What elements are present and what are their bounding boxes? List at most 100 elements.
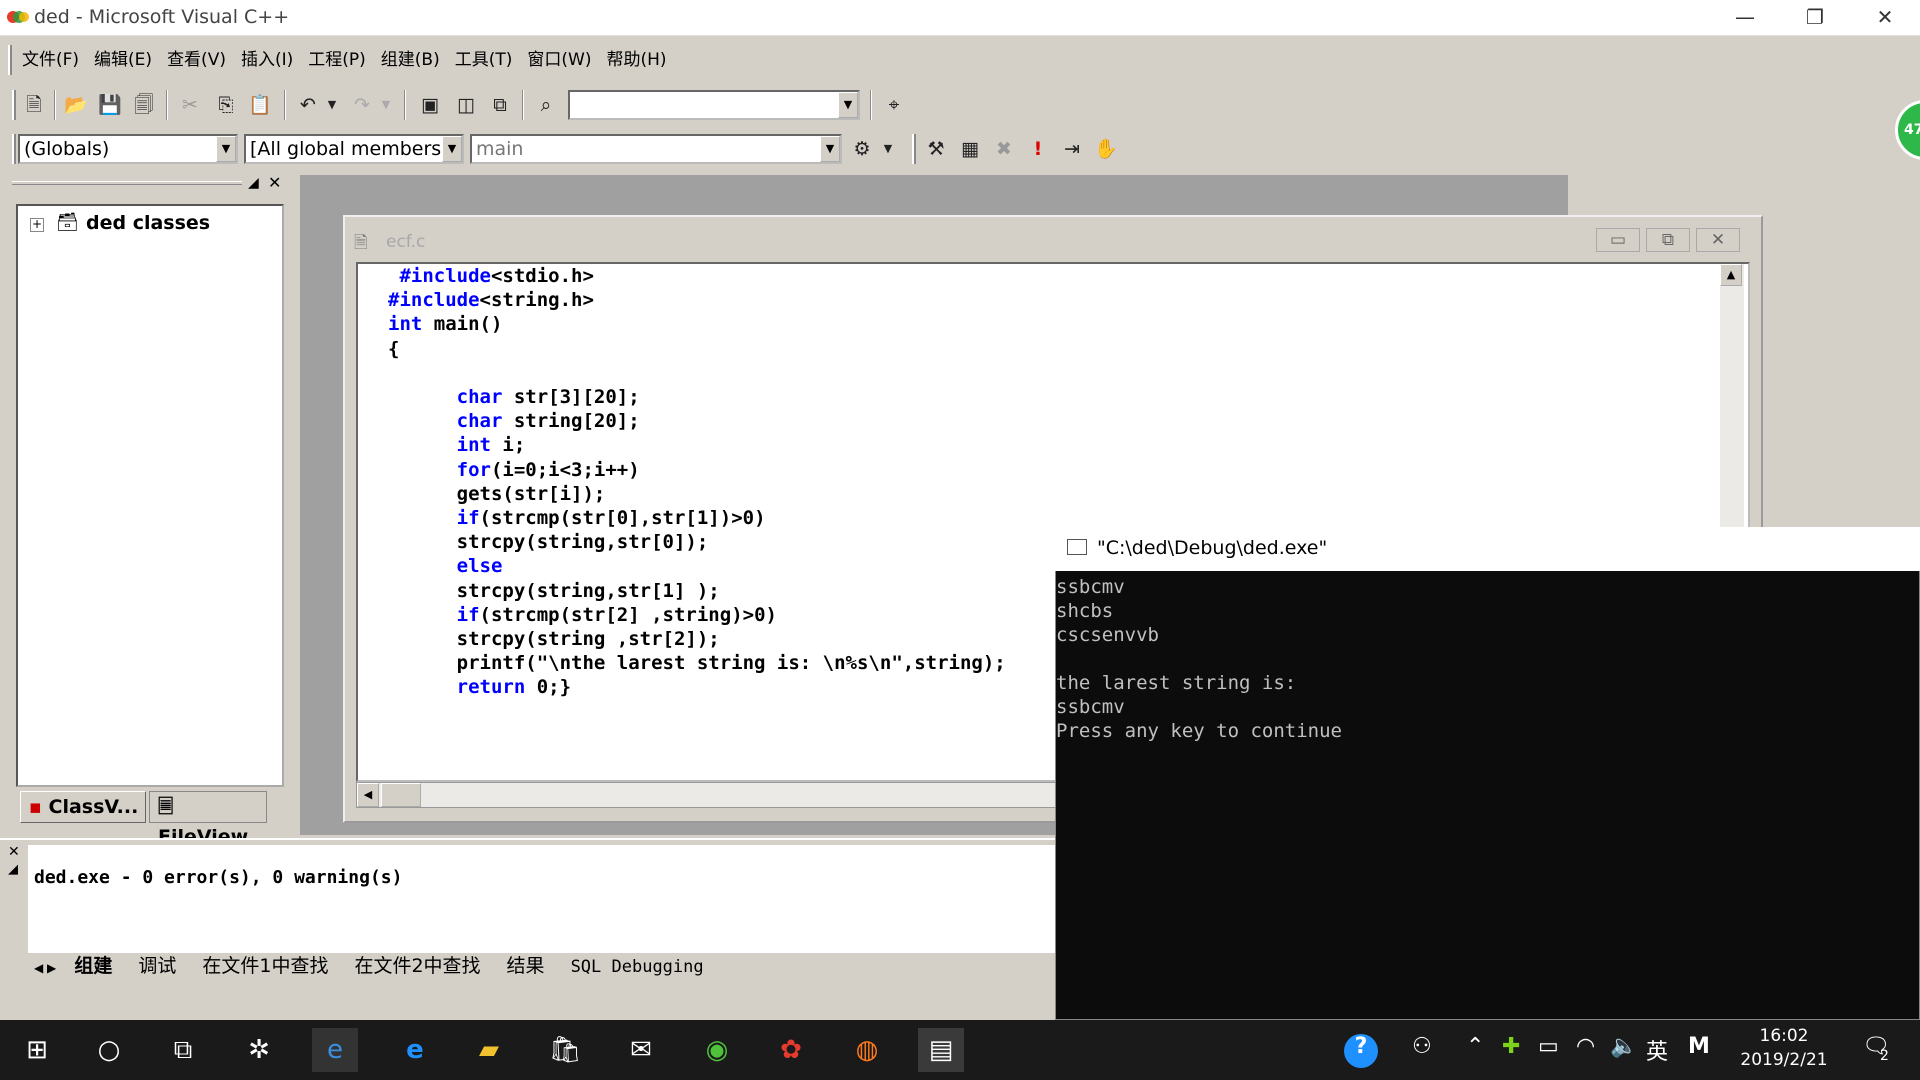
tab-scroll-icon[interactable]: ◀ ▶ xyxy=(34,955,56,981)
output-window-icon[interactable]: ◫ xyxy=(452,91,480,119)
browser-360-icon[interactable]: ◉ xyxy=(694,1028,740,1072)
search-circle-icon[interactable]: ○ xyxy=(86,1028,132,1072)
go-icon[interactable]: ⇥ xyxy=(1058,135,1086,163)
tray-plus-icon[interactable]: ✚ xyxy=(1502,1034,1520,1059)
workspace-maximize-icon[interactable]: ◢ xyxy=(248,175,259,191)
member-combo[interactable]: [All global members ▼ xyxy=(244,134,464,164)
ime-mode[interactable]: M xyxy=(1688,1034,1710,1059)
scroll-up-icon[interactable]: ▲ xyxy=(1720,264,1742,286)
code-line[interactable]: char string[20]; xyxy=(388,409,640,433)
save-all-icon[interactable]: 🗐 xyxy=(130,91,158,119)
code-line[interactable]: strcpy(string,str[0]); xyxy=(388,530,709,554)
build-output[interactable]: ded.exe - 0 error(s), 0 warning(s) xyxy=(28,845,1058,953)
console-taskbar-icon[interactable]: ▤ xyxy=(918,1028,964,1072)
wifi-icon[interactable]: ◠ xyxy=(1576,1034,1595,1059)
code-line[interactable]: if(strcmp(str[0],str[1])>0) xyxy=(388,506,766,530)
chevron-down-icon[interactable]: ▼ xyxy=(216,136,236,162)
close-button[interactable]: ✕ xyxy=(1850,0,1920,36)
tab-fileview[interactable]: 🗏 FileView xyxy=(149,791,267,848)
workspace-tree[interactable]: + 🗃 ded classes xyxy=(16,204,284,787)
menu-project[interactable]: 工程(P) xyxy=(308,44,366,76)
wizard-action-dropdown-icon[interactable]: ▼ xyxy=(874,135,902,163)
tab-classview[interactable]: ▪ ClassV... xyxy=(20,791,146,823)
chevron-down-icon[interactable]: ▼ xyxy=(838,92,858,118)
stop-build-icon[interactable]: ✖ xyxy=(990,135,1018,163)
menu-help[interactable]: 帮助(H) xyxy=(606,44,666,76)
code-line[interactable]: return 0;} xyxy=(388,675,571,699)
code-line[interactable]: #include<stdio.h> xyxy=(388,264,593,288)
redo-dropdown-icon[interactable]: ▼ xyxy=(372,91,400,119)
scroll-left-icon[interactable]: ◀ xyxy=(357,783,379,807)
code-line[interactable]: int i; xyxy=(388,433,526,457)
wizardbar-grip[interactable] xyxy=(12,134,16,164)
menu-edit[interactable]: 编辑(E) xyxy=(94,44,152,76)
menu-insert[interactable]: 插入(I) xyxy=(241,44,293,76)
breakpoint-hand-icon[interactable]: ✋ xyxy=(1092,135,1120,163)
battery-icon[interactable]: ▭ xyxy=(1538,1034,1559,1059)
code-line[interactable]: { xyxy=(388,337,399,361)
chevron-down-icon[interactable]: ▼ xyxy=(442,136,462,162)
find-combo[interactable]: ▼ xyxy=(568,90,860,120)
output-maximize-icon[interactable]: ◢ xyxy=(8,862,18,877)
copy-icon[interactable]: ⎘ xyxy=(212,91,240,119)
menubar-grip[interactable] xyxy=(8,45,12,75)
tab-build[interactable]: 组建 xyxy=(74,953,112,979)
undo-dropdown-icon[interactable]: ▼ xyxy=(318,91,346,119)
file-explorer-icon[interactable]: ▰ xyxy=(466,1028,512,1072)
menu-file[interactable]: 文件(F) xyxy=(22,44,79,76)
tab-results[interactable]: 结果 xyxy=(507,953,545,979)
tree-root-label[interactable]: ded classes xyxy=(86,212,210,234)
new-file-icon[interactable]: 🗎 xyxy=(20,91,48,119)
start-windows-icon[interactable]: ⊞ xyxy=(14,1028,60,1072)
code-line[interactable]: else xyxy=(388,554,503,578)
editor-close-button[interactable]: ✕ xyxy=(1696,228,1740,252)
compile-icon[interactable]: ⚒ xyxy=(922,135,950,163)
menu-view[interactable]: 查看(V) xyxy=(167,44,226,76)
editor-minimize-button[interactable]: ▭ xyxy=(1596,228,1640,252)
pinwheel-app-icon[interactable]: ✲ xyxy=(236,1028,282,1072)
people-icon[interactable]: ⚇ xyxy=(1412,1034,1432,1059)
menu-build[interactable]: 组建(B) xyxy=(381,44,440,76)
scroll-thumb[interactable] xyxy=(381,783,421,807)
cut-icon[interactable]: ✂ xyxy=(176,91,204,119)
tab-sql-debugging[interactable]: SQL Debugging xyxy=(571,954,704,980)
tab-debug[interactable]: 调试 xyxy=(138,953,176,979)
chevron-down-icon[interactable]: ▼ xyxy=(820,136,840,162)
editor-restore-button[interactable]: ⧉ xyxy=(1646,228,1690,252)
restore-button[interactable]: ❐ xyxy=(1780,0,1850,36)
code-line[interactable]: int main() xyxy=(388,312,502,336)
find-in-files-icon[interactable]: ⌕ xyxy=(532,91,560,119)
system-clock[interactable]: 16:02 2019/2/21 xyxy=(1728,1024,1840,1072)
workspace-window-icon[interactable]: ▣ xyxy=(416,91,444,119)
window-list-icon[interactable]: ⧉ xyxy=(486,91,514,119)
paste-icon[interactable]: 📋 xyxy=(246,91,274,119)
ie-browser-icon[interactable]: e xyxy=(312,1028,358,1072)
volume-icon[interactable]: 🔈 xyxy=(1610,1034,1637,1059)
visual-cpp-taskbar-icon[interactable]: ✿ xyxy=(768,1028,814,1072)
tab-find1[interactable]: 在文件1中查找 xyxy=(202,953,328,979)
code-line[interactable]: gets(str[i]); xyxy=(388,482,606,506)
chevron-up-icon[interactable]: ⌃ xyxy=(1466,1034,1484,1059)
open-folder-icon[interactable]: 📂 xyxy=(62,91,90,119)
store-icon[interactable]: 🛍 xyxy=(542,1028,588,1072)
output-close-icon[interactable]: ✕ xyxy=(8,844,20,860)
menu-tools[interactable]: 工具(T) xyxy=(455,44,513,76)
expand-plus-icon[interactable]: + xyxy=(30,218,44,232)
code-line[interactable]: printf("\nthe larest string is: \n%s\n",… xyxy=(388,651,1006,675)
task-view-icon[interactable]: ⧉ xyxy=(160,1028,206,1072)
code-line[interactable]: char str[3][20]; xyxy=(388,385,640,409)
code-line[interactable]: strcpy(string,str[1] ); xyxy=(388,579,720,603)
code-line[interactable]: #include<string.h> xyxy=(388,288,594,312)
toolbar-grip[interactable] xyxy=(12,90,16,120)
code-line[interactable]: strcpy(string ,str[2]); xyxy=(388,627,720,651)
firefox-icon[interactable]: ◍ xyxy=(844,1028,890,1072)
search-icon[interactable]: ⌖ xyxy=(880,91,908,119)
save-icon[interactable]: 💾 xyxy=(96,91,124,119)
code-line[interactable]: if(strcmp(str[2] ,string)>0) xyxy=(388,603,777,627)
horizontal-scrollbar[interactable]: ◀ xyxy=(356,782,1056,808)
help-icon[interactable]: ? xyxy=(1344,1034,1378,1068)
build-toolbar-grip[interactable] xyxy=(912,134,916,164)
build-icon[interactable]: ▦ xyxy=(956,135,984,163)
class-combo[interactable]: (Globals) ▼ xyxy=(18,134,238,164)
ime-language[interactable]: 英 xyxy=(1646,1034,1668,1066)
